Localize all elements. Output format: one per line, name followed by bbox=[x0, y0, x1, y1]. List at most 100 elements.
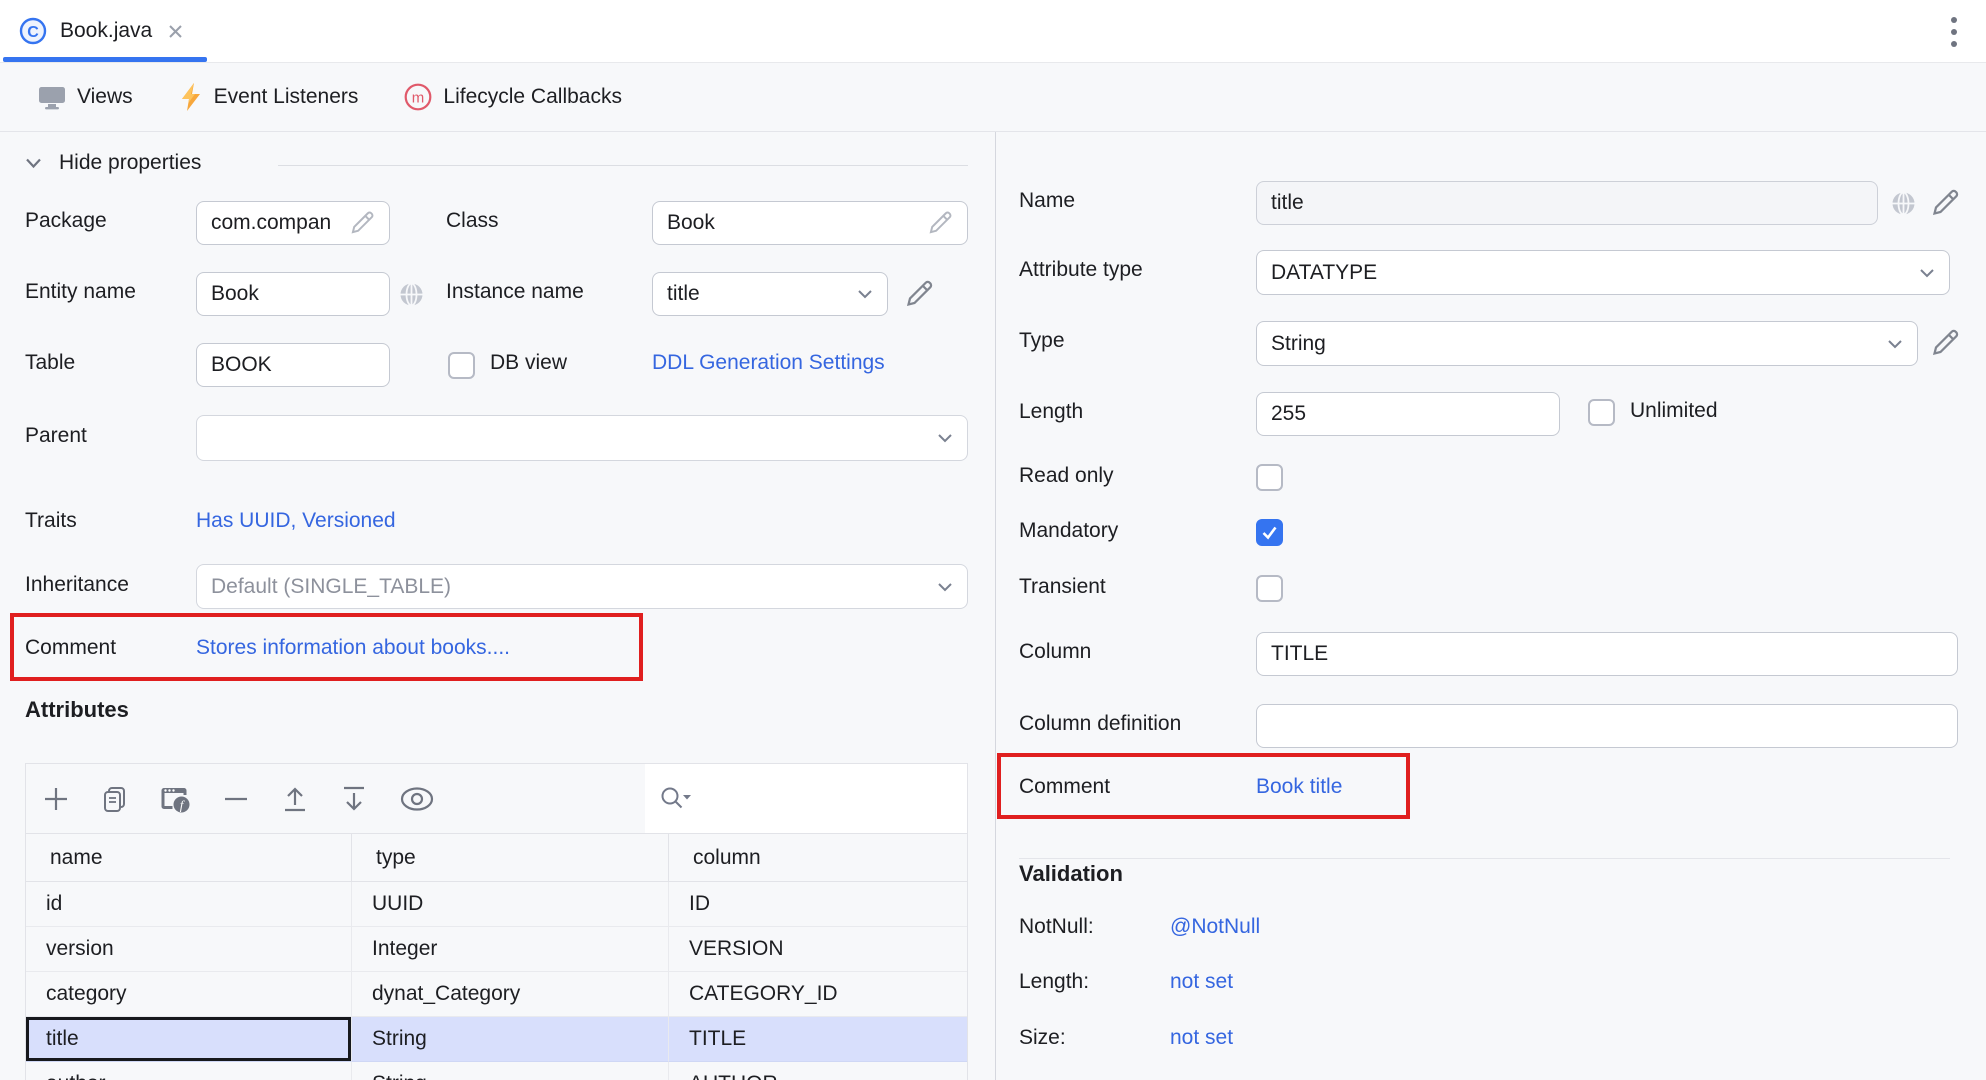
table-row-id[interactable]: id UUID ID bbox=[26, 882, 967, 927]
name-value: title bbox=[1271, 191, 1304, 214]
entity-name-value: Book bbox=[211, 282, 259, 305]
column-definition-label: Column definition bbox=[1019, 712, 1182, 735]
column-field[interactable]: TITLE bbox=[1256, 632, 1958, 676]
table-row-author[interactable]: author String AUTHOR bbox=[26, 1062, 967, 1080]
length-value: 255 bbox=[1271, 402, 1307, 425]
cell-name[interactable]: author bbox=[26, 1062, 352, 1080]
toolbar-item-label: Views bbox=[77, 85, 133, 108]
chevron-down-icon bbox=[1919, 268, 1935, 278]
tab-book-java[interactable]: C Book.java bbox=[0, 0, 185, 62]
copy-icon[interactable] bbox=[101, 785, 129, 813]
checkmark-icon bbox=[1262, 526, 1277, 540]
column-definition-field[interactable] bbox=[1256, 704, 1958, 748]
attribute-type-label: Attribute type bbox=[1019, 258, 1143, 281]
cell-name[interactable]: category bbox=[26, 972, 352, 1017]
table-field[interactable]: BOOK bbox=[196, 343, 390, 387]
package-field[interactable]: com.compan bbox=[196, 201, 390, 245]
add-icon[interactable] bbox=[42, 785, 70, 813]
unlimited-checkbox[interactable] bbox=[1588, 399, 1615, 426]
cell-name[interactable]: id bbox=[26, 882, 352, 927]
instance-name-label: Instance name bbox=[446, 280, 584, 303]
parent-dropdown[interactable] bbox=[196, 415, 968, 461]
type-dropdown[interactable]: String bbox=[1256, 321, 1918, 366]
table-label: Table bbox=[25, 351, 76, 374]
visibility-icon[interactable] bbox=[399, 786, 435, 812]
edit-pencil-icon[interactable] bbox=[904, 279, 934, 309]
tab-title: Book.java bbox=[60, 19, 153, 42]
column-label: Column bbox=[1019, 640, 1092, 663]
cell-column[interactable]: CATEGORY_ID bbox=[669, 972, 967, 1017]
validation-heading: Validation bbox=[1019, 861, 1123, 886]
transient-checkbox[interactable] bbox=[1256, 575, 1283, 602]
instance-name-dropdown[interactable]: title bbox=[652, 272, 888, 316]
cell-column[interactable]: AUTHOR bbox=[669, 1062, 967, 1080]
globe-icon[interactable] bbox=[398, 281, 425, 308]
traits-link[interactable]: Has UUID, Versioned bbox=[196, 509, 396, 533]
edit-pencil-icon[interactable] bbox=[927, 210, 953, 236]
entity-name-field[interactable]: Book bbox=[196, 272, 390, 316]
new-window-f-icon[interactable]: f bbox=[160, 784, 191, 814]
name-label: Name bbox=[1019, 189, 1076, 212]
cell-type[interactable]: String bbox=[352, 1017, 669, 1062]
hide-properties-toggle[interactable]: Hide properties bbox=[25, 151, 201, 175]
db-view-checkbox[interactable] bbox=[448, 352, 475, 379]
cell-type[interactable]: Integer bbox=[352, 927, 669, 972]
toolbar-item-label: Event Listeners bbox=[213, 85, 359, 108]
chevron-down-icon bbox=[1887, 339, 1903, 349]
inheritance-dropdown[interactable]: Default (SINGLE_TABLE) bbox=[196, 564, 968, 609]
toolbar-item-lifecycle-callbacks[interactable]: m Lifecycle Callbacks bbox=[404, 83, 622, 111]
section-separator bbox=[278, 165, 968, 166]
toolbar-item-label: Lifecycle Callbacks bbox=[443, 85, 622, 108]
cell-name[interactable]: version bbox=[26, 927, 352, 972]
attributes-search-field[interactable] bbox=[645, 764, 967, 833]
validation-notnull-label: NotNull: bbox=[1019, 915, 1094, 938]
toolbar-item-event-listeners[interactable]: Event Listeners bbox=[179, 82, 359, 112]
attribute-type-value: DATATYPE bbox=[1271, 260, 1378, 284]
table-row-title-selected[interactable]: title String TITLE bbox=[26, 1017, 967, 1062]
chevron-down-icon bbox=[937, 433, 953, 443]
length-field[interactable]: 255 bbox=[1256, 392, 1560, 436]
class-label: Class bbox=[446, 209, 499, 232]
move-down-icon[interactable] bbox=[340, 784, 368, 814]
mandatory-checkbox[interactable] bbox=[1256, 519, 1283, 546]
cell-type[interactable]: String bbox=[352, 1062, 669, 1080]
move-up-icon[interactable] bbox=[281, 784, 309, 814]
edit-pencil-icon[interactable] bbox=[1930, 188, 1960, 218]
cell-column[interactable]: VERSION bbox=[669, 927, 967, 972]
table-row-version[interactable]: version Integer VERSION bbox=[26, 927, 967, 972]
close-icon[interactable] bbox=[166, 22, 185, 41]
globe-icon[interactable] bbox=[1890, 190, 1917, 217]
attribute-type-dropdown[interactable]: DATATYPE bbox=[1256, 250, 1950, 295]
cell-name[interactable]: title bbox=[26, 1017, 352, 1062]
validation-length-label: Length: bbox=[1019, 970, 1090, 993]
read-only-label: Read only bbox=[1019, 464, 1114, 487]
traits-label: Traits bbox=[25, 509, 77, 532]
class-field[interactable]: Book bbox=[652, 201, 968, 245]
attributes-toolbar: f bbox=[26, 764, 967, 834]
search-icon bbox=[659, 785, 693, 813]
edit-pencil-icon[interactable] bbox=[1930, 328, 1960, 358]
type-label: Type bbox=[1019, 329, 1065, 352]
cell-column[interactable]: ID bbox=[669, 882, 967, 927]
cell-column[interactable]: TITLE bbox=[669, 1017, 967, 1062]
edit-pencil-icon[interactable] bbox=[349, 210, 375, 236]
table-row-category[interactable]: category dynat_Category CATEGORY_ID bbox=[26, 972, 967, 1017]
toolbar-item-views[interactable]: Views bbox=[38, 84, 133, 110]
ddl-generation-settings-link[interactable]: DDL Generation Settings bbox=[652, 351, 885, 375]
cell-type[interactable]: dynat_Category bbox=[352, 972, 669, 1017]
chevron-down-icon bbox=[937, 582, 953, 592]
remove-icon[interactable] bbox=[222, 785, 250, 813]
lightning-icon bbox=[179, 82, 203, 112]
tab-bar: C Book.java bbox=[0, 0, 1986, 63]
class-icon: C bbox=[18, 16, 48, 46]
mandatory-label: Mandatory bbox=[1019, 519, 1119, 542]
svg-text:C: C bbox=[27, 24, 39, 41]
validation-notnull-link[interactable]: @NotNull bbox=[1170, 915, 1260, 939]
name-field[interactable]: title bbox=[1256, 181, 1878, 225]
monitor-icon bbox=[38, 84, 66, 110]
validation-length-link[interactable]: not set bbox=[1170, 970, 1233, 994]
cell-type[interactable]: UUID bbox=[352, 882, 669, 927]
kebab-menu-icon[interactable] bbox=[1950, 15, 1958, 49]
validation-size-link[interactable]: not set bbox=[1170, 1026, 1233, 1050]
read-only-checkbox[interactable] bbox=[1256, 464, 1283, 491]
